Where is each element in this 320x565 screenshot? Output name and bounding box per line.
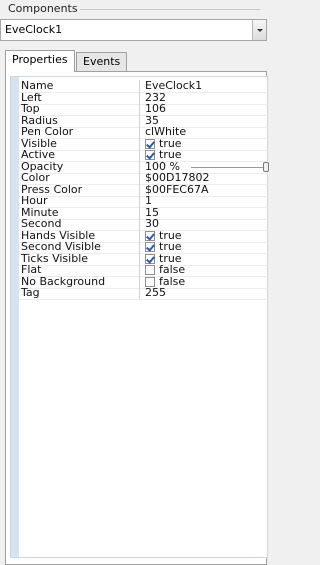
- column-separator: [139, 183, 140, 196]
- property-row[interactable]: Visible true: [19, 137, 269, 151]
- tab-properties[interactable]: Properties: [5, 50, 75, 72]
- chevron-down-icon[interactable]: [252, 20, 266, 40]
- column-separator: [139, 218, 140, 230]
- checkbox-icon[interactable]: [145, 253, 155, 264]
- column-separator: [139, 160, 140, 173]
- property-row[interactable]: Tag 255: [19, 286, 269, 300]
- property-row[interactable]: Name EveClock1: [19, 80, 269, 93]
- property-row[interactable]: Left 232: [19, 91, 269, 105]
- column-separator: [139, 264, 140, 276]
- column-separator: [139, 287, 140, 299]
- row-divider: [19, 299, 269, 300]
- column-separator: [139, 114, 140, 127]
- component-selector-value: EveClock1: [5, 23, 63, 36]
- tabs-area: Properties Events Name EveClock1 Left 232 To…: [5, 47, 269, 565]
- column-separator: [139, 149, 140, 161]
- property-value[interactable]: 255: [145, 287, 166, 299]
- opacity-slider-thumb[interactable]: [263, 161, 269, 172]
- property-value[interactable]: $00FEC67A: [145, 183, 208, 196]
- property-name: Tag: [21, 286, 40, 299]
- column-separator: [139, 137, 140, 150]
- column-separator: [139, 103, 140, 115]
- opacity-slider-track[interactable]: [191, 166, 267, 168]
- column-separator: [139, 229, 140, 242]
- property-row[interactable]: Opacity 100 %: [19, 160, 269, 174]
- column-separator: [139, 241, 140, 253]
- column-separator: [139, 195, 140, 207]
- column-separator: [139, 206, 140, 219]
- property-row[interactable]: Ticks Visible true: [19, 252, 269, 266]
- property-value[interactable]: 30: [145, 218, 159, 230]
- tab-events-label: Events: [83, 55, 121, 68]
- property-row[interactable]: No Background false: [19, 275, 269, 289]
- checkbox-icon[interactable]: [145, 276, 155, 287]
- component-selector[interactable]: EveClock1: [0, 19, 267, 41]
- column-separator: [139, 80, 140, 92]
- property-grid-gutter: [11, 77, 19, 557]
- checkbox-icon[interactable]: [145, 265, 155, 275]
- tab-panel-properties: Name EveClock1 Left 232 Top 106 Radius 35 Pen Co…: [5, 71, 269, 565]
- checkbox-icon[interactable]: [145, 230, 155, 241]
- property-row[interactable]: Press Color $00FEC67A: [19, 183, 269, 197]
- column-separator: [139, 91, 140, 104]
- column-separator: [139, 172, 140, 184]
- property-grid[interactable]: Name EveClock1 Left 232 Top 106 Radius 35 Pen Co…: [10, 76, 269, 558]
- checkbox-icon[interactable]: [145, 138, 155, 149]
- column-separator: [139, 275, 140, 288]
- tab-events[interactable]: Events: [76, 52, 128, 71]
- group-divider: [80, 9, 260, 10]
- column-separator: [139, 252, 140, 265]
- column-separator: [139, 126, 140, 138]
- checkbox-icon[interactable]: [145, 150, 155, 160]
- checkbox-icon[interactable]: [145, 242, 155, 252]
- tab-properties-label: Properties: [12, 53, 68, 66]
